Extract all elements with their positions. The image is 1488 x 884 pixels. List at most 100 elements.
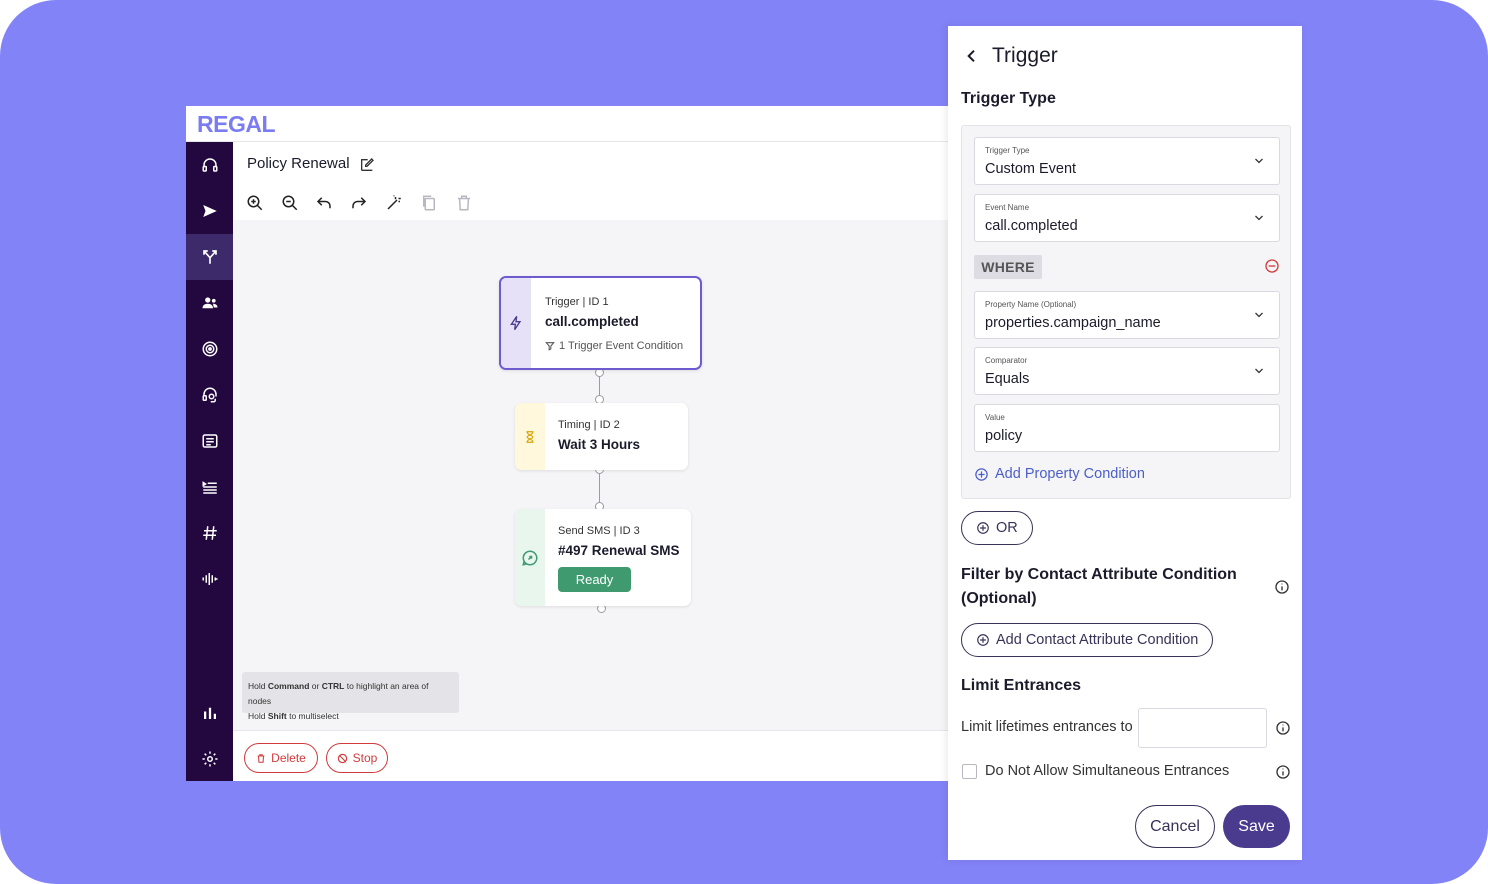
chevron-down-icon xyxy=(1255,158,1263,164)
trash-icon xyxy=(257,753,265,763)
agent-support-icon xyxy=(202,387,217,403)
add-property-condition-button[interactable]: Add Property Condition xyxy=(974,466,1145,482)
edit-pencil-icon[interactable] xyxy=(359,157,375,173)
limit-label: Limit lifetimes entrances to xyxy=(961,719,1133,735)
remove-circle-icon[interactable] xyxy=(1264,258,1280,274)
editor-header: Policy Renewal xyxy=(233,142,950,220)
value-input[interactable]: Value policy xyxy=(974,404,1280,452)
chevron-down-icon xyxy=(1255,368,1263,374)
simultaneous-entrances-checkbox[interactable] xyxy=(962,764,977,779)
app-window: REGAL Policy Renewal Trigger | ID 1 call… xyxy=(186,106,950,781)
settings-gear-icon xyxy=(202,751,217,767)
node-meta: Send SMS | ID 3 xyxy=(558,525,640,537)
delete-button[interactable]: Delete xyxy=(244,743,318,773)
regal-logo: REGAL xyxy=(197,111,276,137)
sidebar-item-send[interactable] xyxy=(186,188,233,234)
target-icon xyxy=(202,341,217,357)
node-stripe xyxy=(501,278,531,368)
top-bar: REGAL xyxy=(186,106,950,142)
limit-entrances-input[interactable] xyxy=(1138,708,1267,748)
lightning-icon xyxy=(510,315,522,331)
sidebar-item-audio[interactable] xyxy=(186,556,233,602)
copy-icon[interactable] xyxy=(420,194,438,212)
sidebar-item-queue[interactable] xyxy=(186,464,233,510)
property-name-select[interactable]: Property Name (Optional) properties.camp… xyxy=(974,291,1280,339)
sidebar-item-contacts[interactable] xyxy=(186,280,233,326)
chevron-down-icon xyxy=(1255,215,1263,221)
sidebar-item-reports[interactable] xyxy=(186,690,233,736)
trigger-panel: Trigger Trigger Type Trigger Type Custom… xyxy=(948,26,1302,860)
status-badge: Ready xyxy=(558,567,631,592)
save-button[interactable]: Save xyxy=(1223,805,1290,848)
add-contact-attribute-condition-button[interactable]: Add Contact Attribute Condition xyxy=(961,623,1214,657)
filter-heading: Filter by Contact Attribute Condition (O… xyxy=(961,566,1237,607)
stop-icon xyxy=(337,753,347,763)
chevron-down-icon xyxy=(1255,312,1263,318)
info-icon[interactable] xyxy=(1274,579,1290,595)
zoom-in-icon[interactable] xyxy=(246,194,264,212)
sidebar-item-list-card[interactable] xyxy=(186,418,233,464)
connector-line xyxy=(599,473,600,503)
editor-footer: Delete Stop xyxy=(233,730,950,781)
node-meta: Trigger | ID 1 xyxy=(545,296,609,308)
connector-line xyxy=(599,376,600,396)
cancel-button[interactable]: Cancel xyxy=(1135,805,1215,848)
trigger-node[interactable]: Trigger | ID 1 call.completed 1 Trigger … xyxy=(499,276,702,370)
journey-branch-icon xyxy=(202,250,217,264)
filter-funnel-icon xyxy=(545,342,555,351)
node-name: Wait 3 Hours xyxy=(558,437,641,452)
trigger-type-heading: Trigger Type xyxy=(961,90,1056,107)
trash-icon[interactable] xyxy=(455,194,473,212)
redo-icon[interactable] xyxy=(350,194,368,212)
node-name: call.completed xyxy=(545,314,639,329)
event-name-select[interactable]: Event Name call.completed xyxy=(974,194,1280,242)
info-icon[interactable] xyxy=(1275,720,1291,736)
comparator-select[interactable]: Comparator Equals xyxy=(974,347,1280,395)
node-condition-summary: 1 Trigger Event Condition xyxy=(545,340,683,352)
node-meta: Timing | ID 2 xyxy=(558,419,620,431)
sidebar-item-hashtag[interactable] xyxy=(186,510,233,556)
sms-bubble-icon xyxy=(522,549,538,566)
trigger-type-select[interactable]: Trigger Type Custom Event xyxy=(974,137,1280,185)
node-stripe xyxy=(515,403,545,470)
stop-button[interactable]: Stop xyxy=(326,743,388,773)
info-icon[interactable] xyxy=(1275,764,1291,780)
journey-editor: Policy Renewal Trigger | ID 1 call.compl… xyxy=(233,142,950,781)
panel-title: Trigger xyxy=(992,44,1058,67)
keyboard-hint: Hold Command or CTRL to highlight an are… xyxy=(242,672,459,721)
bar-chart-icon xyxy=(203,707,216,719)
hashtag-icon xyxy=(202,526,217,540)
sidebar-item-settings[interactable] xyxy=(186,736,233,781)
node-condition-text: 1 Trigger Event Condition xyxy=(559,340,684,352)
audio-wave-icon xyxy=(202,573,217,585)
sidebar-item-journeys[interactable] xyxy=(186,234,233,280)
node-name: #497 Renewal SMS xyxy=(558,543,680,558)
sidebar-item-target[interactable] xyxy=(186,326,233,372)
node-stripe xyxy=(515,509,545,606)
simultaneous-label: Do Not Allow Simultaneous Entrances xyxy=(985,763,1230,779)
sidebar-item-headset[interactable] xyxy=(186,142,233,188)
headset-icon xyxy=(202,158,217,172)
flow-title: Policy Renewal xyxy=(247,155,350,172)
chevron-left-icon[interactable] xyxy=(964,48,980,64)
send-icon xyxy=(202,205,217,217)
queue-list-icon xyxy=(202,481,217,494)
hourglass-icon xyxy=(526,430,534,443)
hint-line-1: Hold Command or CTRL to highlight an are… xyxy=(248,681,429,706)
limit-entrances-heading: Limit Entrances xyxy=(961,677,1082,694)
magic-wand-icon[interactable] xyxy=(385,194,403,212)
undo-icon[interactable] xyxy=(315,194,333,212)
contacts-icon xyxy=(202,297,217,309)
sidebar-item-agent-support[interactable] xyxy=(186,372,233,418)
sidebar xyxy=(186,142,233,781)
trigger-condition-box: Trigger Type Custom Event Event Name cal… xyxy=(961,125,1291,499)
list-card-icon xyxy=(202,434,217,448)
where-chip: WHERE xyxy=(974,255,1042,279)
timing-node[interactable]: Timing | ID 2 Wait 3 Hours xyxy=(515,403,688,470)
zoom-out-icon[interactable] xyxy=(281,194,299,212)
plus-circle-icon xyxy=(977,522,989,534)
or-button[interactable]: OR xyxy=(961,511,1033,545)
hint-line-2: Hold Shift to multiselect xyxy=(248,711,339,721)
send-sms-node[interactable]: Send SMS | ID 3 #497 Renewal SMS Ready xyxy=(515,509,691,606)
plus-circle-icon xyxy=(977,634,989,646)
